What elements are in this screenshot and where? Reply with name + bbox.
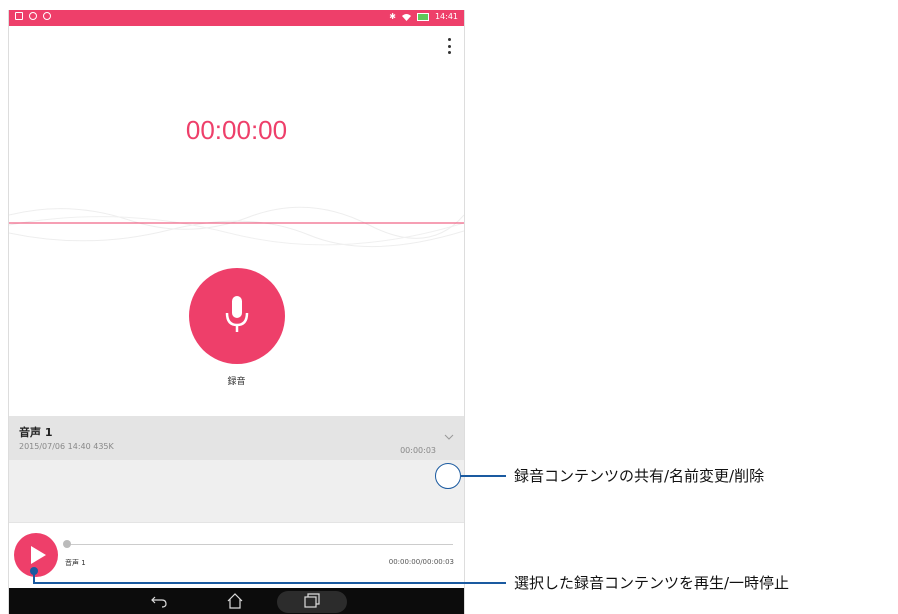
sync-icon	[29, 12, 37, 20]
record-button[interactable]	[189, 268, 285, 364]
waveform	[9, 206, 464, 248]
back-icon[interactable]	[150, 593, 168, 609]
battery-icon	[416, 12, 429, 21]
play-icon	[31, 546, 46, 564]
recording-title: 音声 1	[19, 426, 53, 439]
microphone-icon	[225, 296, 249, 332]
player-time: 00:00:00/00:00:03	[388, 558, 454, 566]
overflow-menu-button[interactable]	[444, 38, 454, 54]
chevron-down-icon[interactable]	[444, 432, 454, 442]
options-callout-marker	[435, 463, 461, 489]
options-callout-line	[461, 475, 506, 477]
status-time: 14:41	[434, 12, 458, 21]
player-bar: 音声 1 00:00:00/00:00:03	[9, 522, 464, 589]
record-label: 録音	[227, 377, 246, 387]
play-callout-text: 選択した録音コンテンツを再生/一時停止	[514, 574, 790, 592]
wifi-icon	[401, 13, 411, 21]
home-icon[interactable]	[226, 593, 244, 609]
seek-track[interactable]	[66, 544, 453, 545]
recording-meta: 2015/07/06 14:40 435K	[19, 442, 114, 451]
gallery-icon	[15, 12, 23, 20]
recents-icon[interactable]	[303, 593, 321, 609]
recording-options-panel	[9, 460, 464, 522]
dot-icon	[447, 51, 451, 54]
recording-list-item[interactable]: 音声 1 2015/07/06 14:40 435K 00:00:03	[9, 416, 464, 460]
seek-handle[interactable]	[63, 540, 71, 548]
player-title: 音声 1	[65, 559, 86, 567]
status-bar: ✱ 14:41	[9, 10, 464, 26]
record-timer: 00:00:00	[185, 115, 288, 145]
play-callout-line-horizontal	[33, 582, 506, 584]
options-callout-text: 録音コンテンツの共有/名前変更/削除	[514, 467, 765, 485]
notification-icon	[43, 12, 51, 20]
dot-icon	[447, 44, 451, 48]
navigation-bar	[9, 588, 464, 614]
bluetooth-icon: ✱	[389, 12, 396, 21]
tablet-screen: ✱ 14:41 00:00:00 録音 音声 1 2015/07/06 14:4…	[8, 10, 465, 614]
recording-duration: 00:00:03	[400, 446, 436, 455]
dot-icon	[447, 38, 451, 41]
